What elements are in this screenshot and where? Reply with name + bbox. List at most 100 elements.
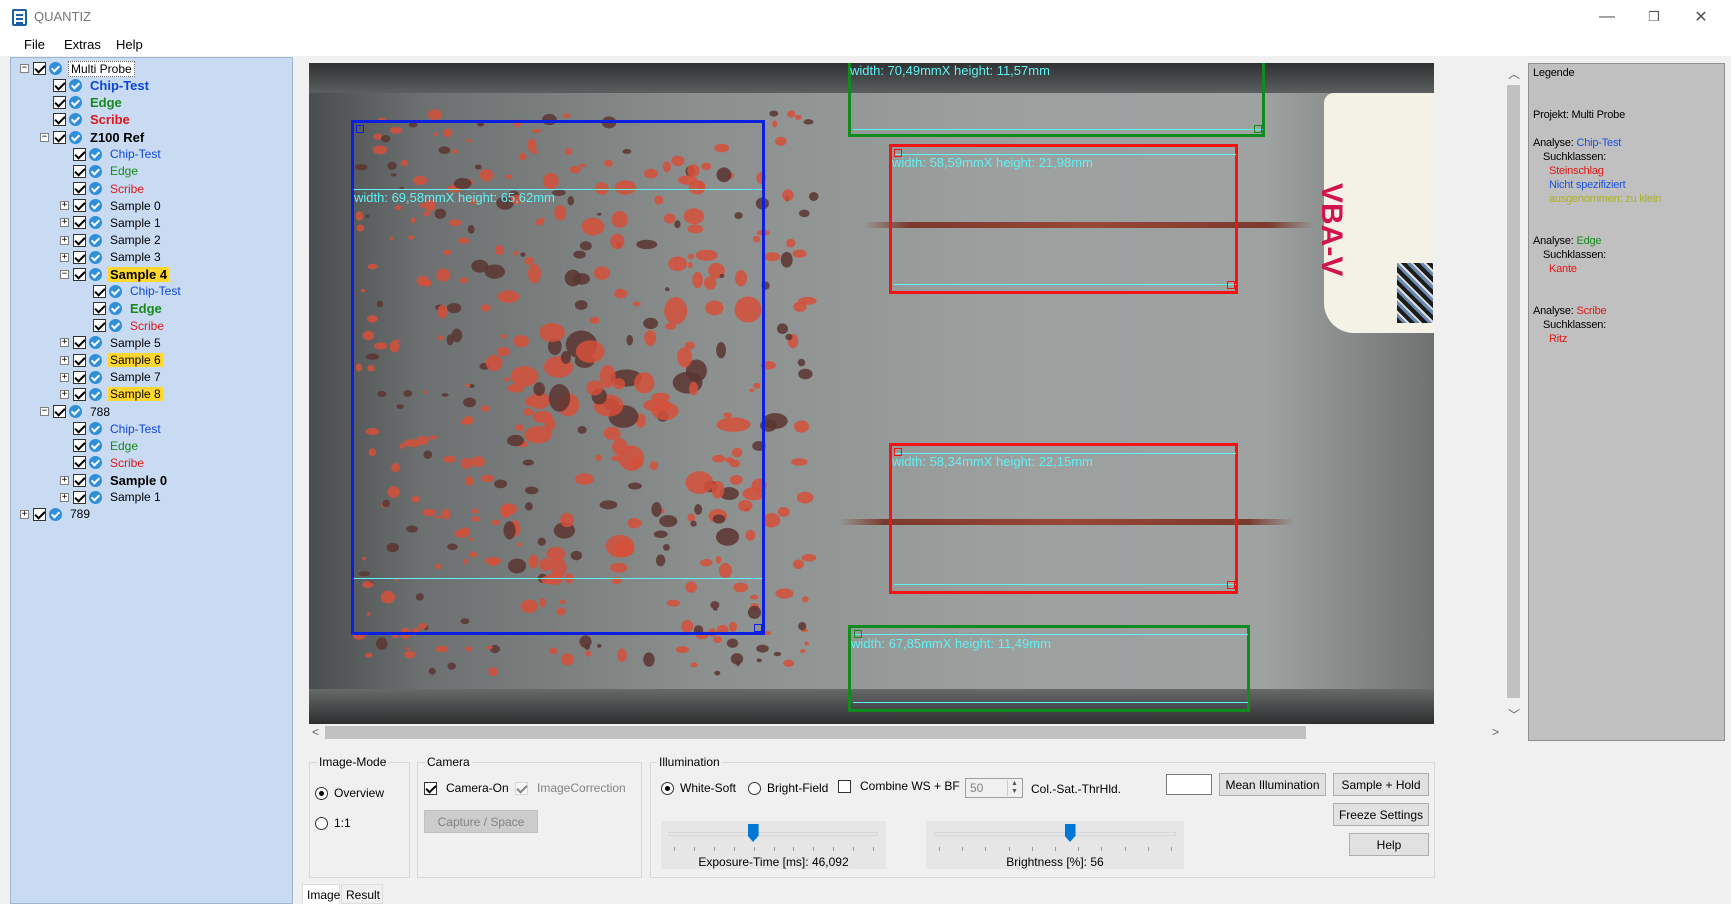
tree-node[interactable]: Edge (53, 94, 124, 111)
expand-icon[interactable]: + (60, 235, 69, 245)
tab-image[interactable]: Image (302, 884, 340, 904)
tree-node[interactable]: + Sample 0 (60, 472, 169, 489)
tree-checkbox[interactable] (33, 62, 46, 75)
expand-icon[interactable]: + (60, 218, 69, 228)
tree-checkbox[interactable] (73, 250, 86, 264)
camera-image-view[interactable]: VBA-V width: 70,49mmX height: 11,57mm wi… (309, 63, 1434, 724)
bright-field-radio[interactable]: Bright-Field (748, 781, 828, 795)
tree-node[interactable]: Chip-Test (53, 77, 151, 94)
help-button[interactable]: Help (1349, 833, 1429, 856)
scroll-left-icon[interactable]: < (312, 725, 319, 739)
menu-extras[interactable]: Extras (64, 37, 101, 52)
tree-node[interactable]: + Sample 1 (60, 489, 163, 506)
tree-node[interactable]: Chip-Test (73, 420, 163, 437)
expand-icon[interactable]: + (60, 389, 69, 399)
mean-illumination-value[interactable] (1166, 774, 1212, 795)
tree-checkbox[interactable] (73, 336, 86, 350)
tree-checkbox[interactable] (73, 473, 86, 487)
roi-handle[interactable] (1254, 125, 1262, 133)
tree-checkbox[interactable] (73, 147, 86, 161)
freeze-settings-button[interactable]: Freeze Settings (1333, 803, 1429, 826)
roi-handle[interactable] (1227, 581, 1235, 589)
one-to-one-radio[interactable]: 1:1 (315, 816, 351, 830)
tree-checkbox[interactable] (93, 284, 106, 298)
overview-radio-icon[interactable] (315, 786, 328, 800)
tree-checkbox[interactable] (33, 507, 46, 521)
close-button[interactable]: ✕ (1678, 0, 1724, 34)
scroll-up-icon[interactable]: ︿ (1508, 65, 1520, 82)
tree-node[interactable]: − Sample 4 (60, 266, 170, 283)
brightness-thumb[interactable] (1064, 824, 1076, 842)
overview-radio[interactable]: Overview (315, 786, 384, 800)
scroll-thumb[interactable] (325, 726, 1306, 739)
tree-checkbox[interactable] (93, 302, 106, 316)
image-correction-check-icon[interactable] (515, 781, 528, 795)
white-soft-radio[interactable]: White-Soft (661, 781, 736, 795)
tree-checkbox[interactable] (73, 267, 86, 281)
exposure-thumb[interactable] (747, 824, 759, 842)
image-vertical-scrollbar[interactable]: ︿ ﹀ (1505, 63, 1522, 724)
tree-node[interactable]: + Sample 0 (60, 197, 163, 214)
tree-checkbox[interactable] (53, 130, 66, 144)
spinner-arrows-icon[interactable]: ▲ ▼ (1007, 780, 1021, 796)
expand-icon[interactable]: + (60, 492, 69, 502)
menu-help[interactable]: Help (116, 37, 143, 52)
expand-icon[interactable]: + (20, 509, 29, 519)
tree-node[interactable]: Chip-Test (73, 146, 163, 163)
camera-on-check-icon[interactable] (424, 781, 437, 795)
minimize-button[interactable]: — (1584, 0, 1630, 34)
tree-node[interactable]: Scribe (93, 317, 166, 334)
tree-checkbox[interactable] (73, 182, 86, 196)
brightness-slider[interactable]: Brightness [%]: 56 (926, 821, 1184, 869)
tree-node[interactable]: + Sample 2 (60, 232, 163, 249)
menu-file[interactable]: File (24, 37, 45, 52)
project-tree[interactable]: − Multi Probe Chip-Test Edge Scribe − Z100 Ref… (10, 57, 293, 904)
tree-node[interactable]: − Multi Probe (20, 60, 135, 77)
tree-node[interactable]: Edge (73, 163, 140, 180)
combine-checkbox[interactable]: Combine WS + BF (838, 779, 960, 793)
scroll-down-icon[interactable]: ﹀ (1508, 706, 1520, 723)
roi-handle[interactable] (1227, 281, 1235, 289)
tree-checkbox[interactable] (73, 456, 86, 470)
tree-node[interactable]: +789 (20, 506, 92, 523)
tree-checkbox[interactable] (73, 353, 86, 367)
expand-icon[interactable]: + (60, 355, 69, 365)
collapse-icon[interactable]: − (40, 407, 49, 416)
tab-result[interactable]: Result (341, 884, 383, 904)
tree-node[interactable]: Chip-Test (93, 283, 183, 300)
tree-node[interactable]: Edge (73, 437, 140, 454)
tree-checkbox[interactable] (53, 405, 66, 418)
tree-node[interactable]: Edge (93, 300, 164, 317)
tree-node[interactable]: − Z100 Ref (40, 129, 146, 146)
expand-icon[interactable]: + (60, 201, 69, 211)
tree-checkbox[interactable] (73, 439, 86, 453)
tree-checkbox[interactable] (73, 199, 86, 213)
collapse-icon[interactable]: − (40, 132, 49, 142)
tree-checkbox[interactable] (73, 216, 86, 230)
collapse-icon[interactable]: − (20, 64, 29, 73)
tree-checkbox[interactable] (53, 96, 66, 110)
tree-node[interactable]: − 788 (40, 403, 112, 420)
tree-checkbox[interactable] (73, 422, 86, 436)
tree-node[interactable]: + Sample 6 (60, 352, 163, 369)
tree-checkbox[interactable] (93, 319, 106, 333)
tree-checkbox[interactable] (53, 79, 66, 93)
expand-icon[interactable]: + (60, 475, 69, 485)
restore-button[interactable]: ❐ (1631, 0, 1677, 34)
tree-node[interactable]: + Sample 7 (60, 369, 163, 386)
combine-check-icon[interactable] (838, 779, 851, 793)
scroll-right-icon[interactable]: > (1492, 725, 1499, 739)
expand-icon[interactable]: + (60, 338, 69, 348)
image-correction-checkbox[interactable]: ImageCorrection (515, 781, 626, 795)
expand-icon[interactable]: + (60, 252, 69, 262)
roi-handle[interactable] (754, 624, 762, 632)
expand-icon[interactable]: + (60, 372, 69, 382)
tree-node[interactable]: Scribe (73, 454, 146, 471)
tree-node[interactable]: Scribe (53, 111, 132, 128)
sample-hold-button[interactable]: Sample + Hold (1333, 773, 1429, 796)
tree-node[interactable]: + Sample 5 (60, 334, 163, 351)
one-to-one-radio-icon[interactable] (315, 816, 328, 830)
tree-node[interactable]: + Sample 1 (60, 214, 163, 231)
threshold-spinner[interactable]: 50 ▲ ▼ (965, 778, 1023, 798)
collapse-icon[interactable]: − (60, 269, 69, 279)
